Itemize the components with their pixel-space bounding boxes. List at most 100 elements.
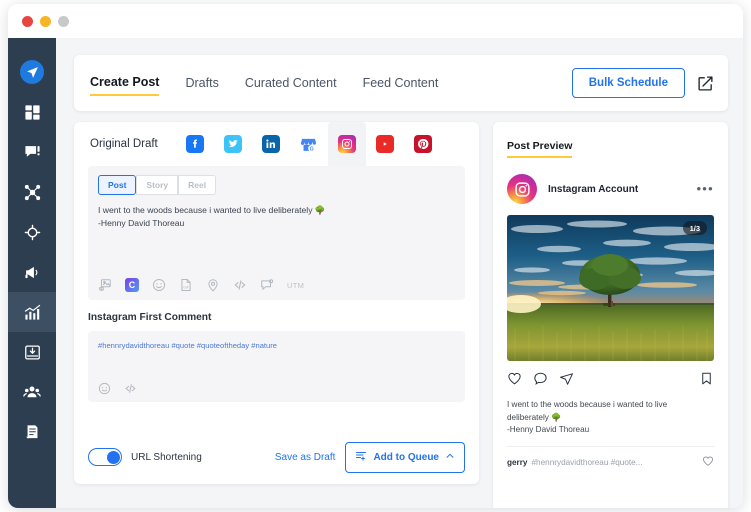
window-titlebar	[8, 4, 743, 38]
url-shortening-toggle[interactable]	[88, 448, 122, 466]
network-tab-pinterest[interactable]	[404, 122, 442, 166]
chat-bubble-icon	[24, 144, 41, 161]
sidebar-item-inbox[interactable]	[8, 132, 56, 172]
ellipsis-icon[interactable]: •••	[696, 185, 714, 193]
sidebar-item-dashboard[interactable]	[8, 92, 56, 132]
network-selector: G	[176, 122, 442, 166]
first-comment-text: #hennrydavidthoreau #quote #quoteoftheda…	[98, 341, 455, 350]
network-tab-linkedin[interactable]	[252, 122, 290, 166]
heart-icon[interactable]	[702, 455, 714, 469]
post-preview-card: Post Preview Instagram Account •••	[493, 122, 728, 508]
tab-drafts[interactable]: Drafts	[185, 72, 218, 95]
youtube-icon	[376, 135, 394, 153]
compass-icon	[24, 224, 41, 241]
sidebar-item-billing[interactable]	[8, 412, 56, 452]
sidebar-item-publish[interactable]	[8, 52, 56, 92]
instagram-icon	[507, 174, 537, 204]
sidebar-item-network[interactable]	[8, 172, 56, 212]
preview-caption-line-3: -Henny David Thoreau	[507, 424, 714, 437]
comment-tag-icon[interactable]	[260, 278, 274, 292]
sidebar-item-team[interactable]	[8, 372, 56, 412]
svg-text:G: G	[310, 146, 314, 152]
composer-header: Original Draft	[74, 122, 479, 166]
megaphone-icon	[24, 264, 41, 281]
format-tab-reel[interactable]: Reel	[178, 175, 216, 195]
preview-account-name: Instagram Account	[548, 184, 638, 195]
window-close-button[interactable]	[22, 16, 33, 27]
preview-caption: I went to the woods because i wanted to …	[507, 399, 714, 437]
code-icon[interactable]	[124, 382, 137, 395]
preview-comment-row: gerry #hennrydavidthoreau #quote...	[507, 446, 714, 469]
add-to-queue-button[interactable]: Add to Queue	[345, 442, 465, 473]
image-counter: 1/3	[683, 221, 707, 235]
first-comment-title: Instagram First Comment	[88, 312, 479, 323]
sidebar-item-analytics[interactable]	[8, 292, 56, 332]
sidebar-item-discovery[interactable]	[8, 212, 56, 252]
google-business-icon: G	[300, 135, 318, 153]
window-minimize-button[interactable]	[40, 16, 51, 27]
utm-icon[interactable]: UTM	[287, 281, 304, 290]
tab-feed-content[interactable]: Feed Content	[363, 72, 439, 95]
media-image-icon[interactable]	[98, 278, 112, 292]
app-root: Create Post Drafts Curated Content Feed …	[0, 0, 751, 512]
emoji-icon[interactable]	[152, 278, 166, 292]
tab-create-post[interactable]: Create Post	[90, 71, 159, 96]
instagram-icon	[338, 135, 356, 153]
main-canvas: Create Post Drafts Curated Content Feed …	[56, 38, 743, 508]
canva-icon[interactable]: C	[125, 278, 139, 292]
preview-actions	[507, 371, 714, 391]
format-tab-story[interactable]: Story	[136, 175, 178, 195]
sidebar-item-advertise[interactable]	[8, 252, 56, 292]
nav-tabs: Create Post Drafts Curated Content Feed …	[74, 71, 438, 96]
post-text-line-2: -Henny David Thoreau	[98, 217, 455, 230]
sidebar-item-reports[interactable]	[8, 332, 56, 372]
share-paper-plane-icon[interactable]	[559, 371, 574, 391]
paper-plane-icon	[20, 60, 44, 84]
save-as-draft-button[interactable]: Save as Draft	[275, 452, 336, 463]
facebook-icon	[186, 135, 204, 153]
location-pin-icon[interactable]	[206, 278, 220, 292]
bookmark-icon[interactable]	[699, 371, 714, 391]
window-maximize-button[interactable]	[58, 16, 69, 27]
network-tab-youtube[interactable]	[366, 122, 404, 166]
chevron-up-icon	[445, 451, 455, 464]
post-preview-title: Post Preview	[507, 140, 572, 158]
like-heart-icon[interactable]	[507, 371, 522, 391]
composer-footer: URL Shortening Save as Draft Add to Queu…	[74, 430, 479, 484]
nav-actions: Bulk Schedule	[572, 68, 728, 98]
footer-actions: Save as Draft Add to Queue	[275, 442, 465, 473]
preview-caption-line-1: I went to the woods because i wanted to …	[507, 399, 714, 412]
people-icon	[23, 383, 41, 401]
tab-curated-content[interactable]: Curated Content	[245, 72, 337, 95]
editor-toolbar: C GIF	[98, 278, 304, 292]
original-draft-label: Original Draft	[90, 138, 158, 150]
download-inbox-icon	[24, 344, 41, 361]
network-tab-google-business[interactable]: G	[290, 122, 328, 166]
post-text[interactable]: I went to the woods because i wanted to …	[98, 204, 455, 230]
queue-list-icon	[355, 450, 367, 465]
bulk-schedule-button[interactable]: Bulk Schedule	[572, 68, 685, 98]
network-tab-instagram[interactable]	[328, 122, 366, 166]
format-tabs: Post Story Reel	[98, 175, 455, 195]
composer-card: Original Draft	[74, 122, 479, 484]
first-comment-field[interactable]: #hennrydavidthoreau #quote #quoteoftheda…	[88, 331, 465, 402]
format-tab-post[interactable]: Post	[98, 175, 136, 195]
network-tab-facebook[interactable]	[176, 122, 214, 166]
toggle-knob	[107, 451, 120, 464]
comment-bubble-icon[interactable]	[533, 371, 548, 391]
code-icon[interactable]	[233, 278, 247, 292]
post-editor[interactable]: Post Story Reel I went to the woods beca…	[88, 166, 465, 300]
compose-edit-icon[interactable]	[697, 75, 714, 92]
main-sidebar	[8, 38, 56, 508]
bar-chart-icon	[24, 304, 41, 321]
preview-caption-line-2: deliberately 🌳	[507, 412, 714, 425]
preview-comment-user: gerry	[507, 458, 527, 467]
gif-icon[interactable]: GIF	[179, 278, 193, 292]
preview-account-row: Instagram Account •••	[507, 174, 714, 204]
browser-window: Create Post Drafts Curated Content Feed …	[8, 4, 743, 508]
preview-image: 1/3	[507, 215, 714, 361]
network-tab-twitter[interactable]	[214, 122, 252, 166]
emoji-icon[interactable]	[98, 382, 111, 395]
document-icon	[24, 424, 41, 441]
grid-icon	[24, 104, 41, 121]
